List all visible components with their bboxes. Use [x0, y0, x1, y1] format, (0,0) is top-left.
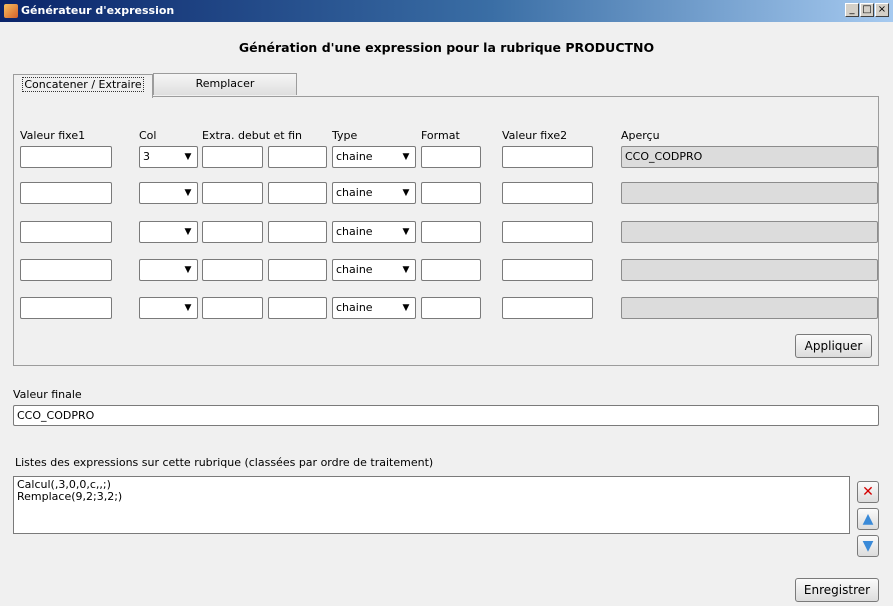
tab-label: Concatener / Extraire — [22, 77, 144, 92]
chevron-down-icon[interactable]: ▼ — [399, 185, 413, 201]
valeur-fixe2-input[interactable] — [502, 259, 593, 281]
valeur-finale-label: Valeur finale — [13, 388, 82, 401]
arrow-down-icon: ▼ — [862, 538, 874, 554]
format-input[interactable] — [421, 259, 481, 281]
enregistrer-button[interactable]: Enregistrer — [795, 578, 879, 602]
list-item[interactable]: Remplace(9,2;3,2;) — [17, 491, 846, 503]
valeur-fixe2-input[interactable] — [502, 146, 593, 168]
format-input[interactable] — [421, 146, 481, 168]
type-select[interactable]: chaine ▼ — [332, 297, 416, 319]
chevron-down-icon[interactable]: ▼ — [181, 224, 195, 240]
type-select[interactable]: chaine ▼ — [332, 259, 416, 281]
move-down-button[interactable]: ▼ — [857, 535, 879, 557]
tab-label: Remplacer — [195, 77, 255, 90]
type-select[interactable]: chaine ▼ — [332, 221, 416, 243]
delete-expression-button[interactable]: ✕ — [857, 481, 879, 503]
extra-fin-input[interactable] — [268, 221, 327, 243]
tab-remplacer[interactable]: Remplacer — [153, 73, 297, 95]
extra-debut-input[interactable] — [202, 297, 263, 319]
col-select[interactable]: ▼ — [139, 297, 198, 319]
extra-fin-input[interactable] — [268, 182, 327, 204]
appliquer-button[interactable]: Appliquer — [795, 334, 872, 358]
column-label-format: Format — [421, 129, 460, 142]
valeur-fixe2-input[interactable] — [502, 297, 593, 319]
chevron-down-icon[interactable]: ▼ — [181, 149, 195, 165]
expressions-label: Listes des expressions sur cette rubriqu… — [15, 456, 434, 469]
tab-concatener-extraire[interactable]: Concatener / Extraire — [13, 74, 153, 98]
select-value: chaine — [336, 225, 373, 238]
valeur-fixe2-input[interactable] — [502, 182, 593, 204]
valeur-fixe1-input[interactable] — [20, 182, 112, 204]
extra-debut-input[interactable] — [202, 182, 263, 204]
column-label-type: Type — [332, 129, 358, 142]
col-select[interactable]: 3 ▼ — [139, 146, 198, 168]
extra-debut-input[interactable] — [202, 146, 263, 168]
column-label-valeur-fixe1: Valeur fixe1 — [20, 129, 86, 142]
valeur-finale-input[interactable]: CCO_CODPRO — [13, 405, 879, 426]
list-item[interactable]: Calcul(,3,0,0,c,,;) — [17, 479, 846, 491]
chevron-down-icon[interactable]: ▼ — [181, 300, 195, 316]
type-select[interactable]: chaine ▼ — [332, 182, 416, 204]
col-select[interactable]: ▼ — [139, 259, 198, 281]
valeur-fixe1-input[interactable] — [20, 146, 112, 168]
apercu-field — [621, 259, 878, 281]
select-value: chaine — [336, 186, 373, 199]
column-label-col: Col — [139, 129, 157, 142]
chevron-down-icon[interactable]: ▼ — [399, 300, 413, 316]
maximize-button[interactable]: □ — [860, 3, 874, 17]
extra-fin-input[interactable] — [268, 297, 327, 319]
app-icon — [4, 4, 18, 18]
select-value: chaine — [336, 263, 373, 276]
valeur-fixe1-input[interactable] — [20, 297, 112, 319]
apercu-field — [621, 182, 878, 204]
close-button[interactable]: × — [875, 3, 889, 17]
extra-fin-input[interactable] — [268, 146, 327, 168]
arrow-up-icon: ▲ — [862, 511, 874, 527]
column-label-valeur-fixe2: Valeur fixe2 — [502, 129, 568, 142]
apercu-field: CCO_CODPRO — [621, 146, 878, 168]
window-titlebar: Générateur d'expression _ □ × — [0, 0, 893, 22]
format-input[interactable] — [421, 182, 481, 204]
delete-icon: ✕ — [862, 484, 874, 500]
col-select[interactable]: ▼ — [139, 182, 198, 204]
page-title: Génération d'une expression pour la rubr… — [238, 40, 655, 55]
select-value: 3 — [143, 150, 150, 163]
extra-fin-input[interactable] — [268, 259, 327, 281]
column-label-extra: Extra. debut et fin — [202, 129, 303, 142]
column-label-apercu: Aperçu — [621, 129, 660, 142]
valeur-fixe1-input[interactable] — [20, 221, 112, 243]
apercu-field — [621, 297, 878, 319]
extra-debut-input[interactable] — [202, 259, 263, 281]
expressions-list[interactable]: Calcul(,3,0,0,c,,;) Remplace(9,2;3,2;) — [13, 476, 850, 534]
select-value: chaine — [336, 301, 373, 314]
chevron-down-icon[interactable]: ▼ — [399, 262, 413, 278]
minimize-button[interactable]: _ — [845, 3, 859, 17]
chevron-down-icon[interactable]: ▼ — [399, 149, 413, 165]
chevron-down-icon[interactable]: ▼ — [399, 224, 413, 240]
select-value: chaine — [336, 150, 373, 163]
window-title: Générateur d'expression — [21, 4, 175, 17]
chevron-down-icon[interactable]: ▼ — [181, 262, 195, 278]
format-input[interactable] — [421, 297, 481, 319]
move-up-button[interactable]: ▲ — [857, 508, 879, 530]
apercu-field — [621, 221, 878, 243]
col-select[interactable]: ▼ — [139, 221, 198, 243]
extra-debut-input[interactable] — [202, 221, 263, 243]
valeur-fixe2-input[interactable] — [502, 221, 593, 243]
type-select[interactable]: chaine ▼ — [332, 146, 416, 168]
format-input[interactable] — [421, 221, 481, 243]
valeur-fixe1-input[interactable] — [20, 259, 112, 281]
chevron-down-icon[interactable]: ▼ — [181, 185, 195, 201]
